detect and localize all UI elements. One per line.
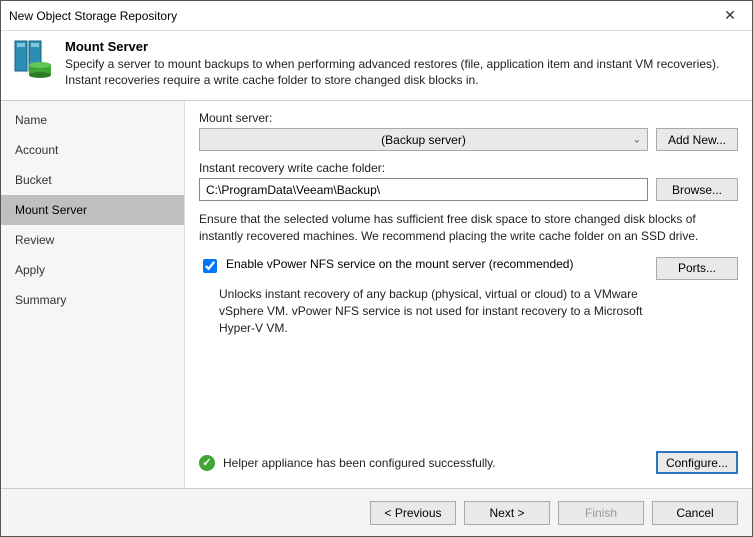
wizard-footer: < Previous Next > Finish Cancel [1, 488, 752, 536]
cache-folder-input[interactable] [199, 178, 648, 201]
wizard-body: Name Account Bucket Mount Server Review … [1, 101, 752, 488]
cache-help-text: Ensure that the selected volume has suff… [199, 211, 738, 245]
titlebar: New Object Storage Repository ✕ [1, 1, 752, 31]
page-title: Mount Server [65, 39, 740, 54]
dialog-window: New Object Storage Repository ✕ Mount Se… [0, 0, 753, 537]
step-summary[interactable]: Summary [1, 285, 184, 315]
wizard-steps-sidebar: Name Account Bucket Mount Server Review … [1, 101, 185, 488]
vpower-help-text: Unlocks instant recovery of any backup (… [219, 286, 648, 336]
mount-server-value: (Backup server) [381, 133, 466, 147]
step-account[interactable]: Account [1, 135, 184, 165]
cache-folder-label: Instant recovery write cache folder: [199, 161, 738, 175]
cancel-button[interactable]: Cancel [652, 501, 738, 525]
next-button[interactable]: Next > [464, 501, 550, 525]
content-panel: Mount server: (Backup server) ⌄ Add New.… [185, 101, 752, 488]
add-new-button[interactable]: Add New... [656, 128, 738, 151]
finish-button: Finish [558, 501, 644, 525]
vpower-checkbox[interactable] [203, 259, 217, 273]
step-review[interactable]: Review [1, 225, 184, 255]
header-text: Mount Server Specify a server to mount b… [65, 39, 740, 88]
configure-button[interactable]: Configure... [656, 451, 738, 474]
step-mount-server[interactable]: Mount Server [1, 195, 184, 225]
status-text: Helper appliance has been configured suc… [223, 456, 648, 470]
close-button[interactable]: ✕ [708, 1, 752, 30]
window-title: New Object Storage Repository [9, 9, 708, 23]
mount-server-label: Mount server: [199, 111, 738, 125]
mount-server-dropdown[interactable]: (Backup server) ⌄ [199, 128, 648, 151]
storage-icon [13, 39, 53, 79]
step-bucket[interactable]: Bucket [1, 165, 184, 195]
page-subtitle: Specify a server to mount backups to whe… [65, 56, 740, 88]
ports-button[interactable]: Ports... [656, 257, 738, 280]
previous-button[interactable]: < Previous [370, 501, 456, 525]
close-icon: ✕ [724, 7, 736, 24]
success-icon: ✓ [199, 455, 215, 471]
browse-button[interactable]: Browse... [656, 178, 738, 201]
step-apply[interactable]: Apply [1, 255, 184, 285]
vpower-label: Enable vPower NFS service on the mount s… [226, 257, 650, 271]
step-name[interactable]: Name [1, 105, 184, 135]
status-row: ✓ Helper appliance has been configured s… [199, 451, 738, 480]
chevron-down-icon: ⌄ [633, 134, 641, 145]
wizard-header: Mount Server Specify a server to mount b… [1, 31, 752, 101]
